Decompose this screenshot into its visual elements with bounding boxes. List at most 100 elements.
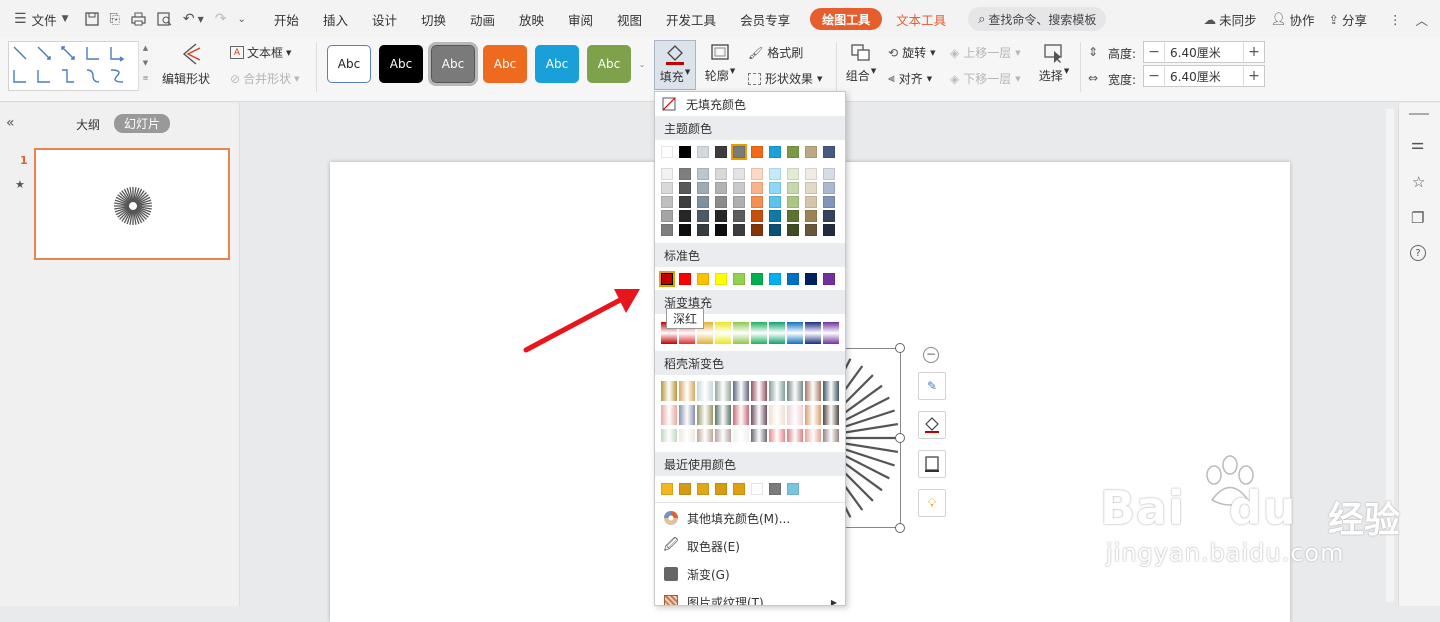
collab-button[interactable]: 👤︎ 协作: [1271, 10, 1315, 29]
docer-gradient-swatch[interactable]: [805, 381, 821, 401]
theme-shade-swatch[interactable]: [787, 196, 799, 208]
theme-color-swatch[interactable]: [697, 146, 709, 158]
theme-shade-swatch[interactable]: [715, 182, 727, 194]
docer-gradient-swatch[interactable]: [751, 405, 767, 425]
command-search[interactable]: ⌕ 查找命令、搜索模板: [968, 7, 1107, 31]
theme-shade-swatch[interactable]: [805, 168, 817, 180]
rotate-button[interactable]: ⟲ 旋转 ▼: [888, 44, 935, 61]
theme-shade-swatch[interactable]: [733, 182, 745, 194]
theme-color-swatch[interactable]: [679, 146, 691, 158]
chevron-down-icon[interactable]: ▼: [198, 15, 204, 24]
collapse-ribbon-icon[interactable]: ︿: [1415, 10, 1428, 29]
collapse-panel-icon[interactable]: «: [6, 115, 15, 131]
docer-gradient-swatch[interactable]: [751, 381, 767, 401]
standard-color-swatch[interactable]: [769, 273, 781, 285]
theme-color-swatch[interactable]: [769, 146, 781, 158]
tab-review[interactable]: 审阅: [556, 0, 605, 38]
theme-shade-swatch[interactable]: [769, 182, 781, 194]
tab-outline[interactable]: 大纲: [76, 116, 100, 133]
redo-icon[interactable]: ↷: [215, 11, 227, 27]
standard-color-swatch[interactable]: [697, 273, 709, 285]
tab-text-tools[interactable]: 文本工具: [882, 0, 960, 38]
theme-color-swatch[interactable]: [823, 146, 835, 158]
style-swatch[interactable]: Abc: [327, 45, 371, 83]
style-swatch[interactable]: Abc: [483, 45, 527, 83]
float-outline-button[interactable]: [918, 450, 946, 478]
recent-color-swatch[interactable]: [697, 483, 709, 495]
standard-color-swatch[interactable]: [823, 273, 835, 285]
width-value[interactable]: 6.40厘米: [1164, 66, 1244, 86]
more-options-icon[interactable]: ⋮: [1389, 12, 1402, 27]
theme-shade-swatch[interactable]: [679, 210, 691, 222]
standard-color-swatch[interactable]: [751, 273, 763, 285]
settings-sliders-icon[interactable]: ⚌: [1411, 135, 1424, 153]
sync-status[interactable]: ☁ 未同步: [1204, 10, 1257, 29]
decrement-button[interactable]: −: [1144, 44, 1164, 60]
standard-color-swatch[interactable]: [805, 273, 817, 285]
theme-shade-swatch[interactable]: [661, 210, 673, 222]
theme-shade-swatch[interactable]: [679, 224, 691, 236]
docer-gradient-swatch[interactable]: [679, 381, 695, 401]
decrement-button[interactable]: −: [1144, 68, 1164, 84]
undo-icon[interactable]: ↶: [183, 11, 195, 27]
gradient-color-swatch[interactable]: [751, 322, 767, 344]
theme-shade-swatch[interactable]: [751, 210, 763, 222]
docer-gradient-swatch[interactable]: [823, 381, 839, 401]
docer-gradient-swatch[interactable]: [751, 429, 767, 442]
theme-color-swatch[interactable]: [751, 146, 763, 158]
theme-shade-swatch[interactable]: [823, 168, 835, 180]
docer-gradient-swatch[interactable]: [679, 405, 695, 425]
resize-handle[interactable]: [895, 433, 905, 443]
gradient-color-swatch[interactable]: [787, 322, 803, 344]
tab-transitions[interactable]: 切换: [409, 0, 458, 38]
float-fill-button[interactable]: [918, 411, 946, 439]
recent-color-swatch[interactable]: [679, 483, 691, 495]
slide-thumbnail[interactable]: [34, 148, 230, 260]
theme-shade-swatch[interactable]: [805, 210, 817, 222]
docer-gradient-swatch[interactable]: [823, 429, 839, 442]
docer-gradient-swatch[interactable]: [805, 405, 821, 425]
theme-shade-swatch[interactable]: [697, 210, 709, 222]
theme-shade-swatch[interactable]: [769, 196, 781, 208]
outline-button[interactable]: 轮廓 ▼: [700, 42, 740, 92]
group-button[interactable]: 组合 ▼: [842, 42, 880, 92]
width-stepper[interactable]: − 6.40厘米 +: [1143, 65, 1265, 87]
theme-shade-swatch[interactable]: [733, 224, 745, 236]
theme-shade-swatch[interactable]: [697, 168, 709, 180]
shape-gallery-scroll[interactable]: ▲ ▼ ≡: [138, 41, 152, 91]
increment-button[interactable]: +: [1244, 68, 1264, 84]
theme-shade-swatch[interactable]: [751, 182, 763, 194]
theme-shade-swatch[interactable]: [661, 196, 673, 208]
copy-icon[interactable]: ❐: [1411, 209, 1424, 227]
theme-shade-swatch[interactable]: [787, 168, 799, 180]
theme-shade-swatch[interactable]: [805, 196, 817, 208]
edit-shape-button[interactable]: 编辑形状: [162, 42, 218, 92]
resize-handle[interactable]: [895, 343, 905, 353]
help-icon[interactable]: ?: [1410, 245, 1426, 261]
theme-shade-swatch[interactable]: [769, 168, 781, 180]
style-gallery-scroll[interactable]: ⌄: [636, 42, 648, 88]
gradient-option[interactable]: 渐变(G): [655, 561, 845, 587]
gradient-color-swatch[interactable]: [805, 322, 821, 344]
docer-gradient-swatch[interactable]: [787, 405, 803, 425]
more-fill-colors-option[interactable]: 其他填充颜色(M)...: [655, 505, 845, 531]
recent-color-swatch[interactable]: [715, 483, 727, 495]
theme-color-swatch[interactable]: [715, 146, 727, 158]
tab-insert[interactable]: 插入: [311, 0, 360, 38]
height-stepper[interactable]: − 6.40厘米 +: [1143, 41, 1265, 63]
shape-effect-button[interactable]: 形状效果 ▼: [748, 70, 822, 87]
gradient-color-swatch[interactable]: [733, 322, 749, 344]
tab-view[interactable]: 视图: [605, 0, 654, 38]
standard-color-swatch[interactable]: [733, 273, 745, 285]
docer-gradient-swatch[interactable]: [661, 405, 677, 425]
theme-color-swatch[interactable]: [731, 144, 747, 160]
theme-shade-swatch[interactable]: [787, 182, 799, 194]
gradient-color-swatch[interactable]: [823, 322, 839, 344]
tab-home[interactable]: 开始: [262, 0, 311, 38]
recent-color-swatch[interactable]: [769, 483, 781, 495]
theme-color-swatch[interactable]: [787, 146, 799, 158]
print-icon[interactable]: [131, 12, 146, 26]
text-box-button[interactable]: A 文本框 ▼: [230, 44, 291, 61]
shape-gallery[interactable]: [8, 41, 152, 91]
no-fill-option[interactable]: 无填充颜色: [655, 93, 845, 115]
